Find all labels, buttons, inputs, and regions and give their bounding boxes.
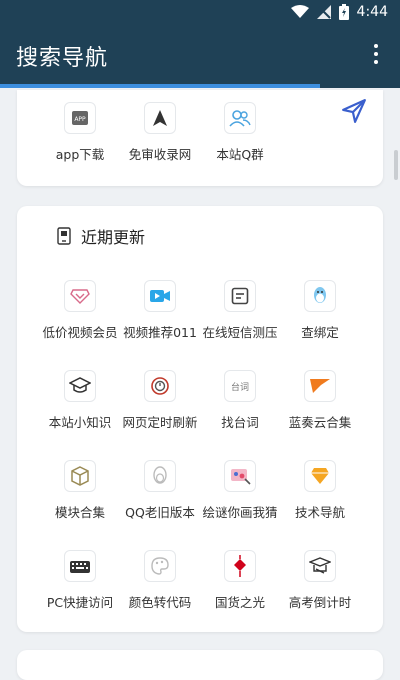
- keyboard-icon: [64, 550, 96, 582]
- recent-updates-card: 近期更新 低价视频会员 视频推荐011 在线短信测压 查绑定 本站小知识 网页定…: [17, 206, 383, 632]
- page-title: 搜索导航: [16, 46, 109, 71]
- wifi-icon: [290, 5, 309, 18]
- exam-icon: [304, 550, 336, 582]
- link-label: 绘谜你画我猜: [202, 505, 278, 520]
- link-check-binding[interactable]: 查绑定: [275, 280, 365, 350]
- link-label: 查绑定: [301, 325, 339, 340]
- link-tech-navigation[interactable]: 技术导航: [275, 460, 365, 530]
- status-bar: 4:44: [0, 0, 400, 26]
- qq-outline-icon: [144, 460, 176, 492]
- link-pc-quick-access[interactable]: PC快捷访问: [35, 550, 125, 620]
- link-label: 本站小知识: [48, 415, 112, 430]
- qq-penguin-icon: [304, 280, 336, 312]
- lines-badge: 台词: [230, 382, 249, 393]
- link-label: 在线短信测压: [202, 325, 278, 340]
- status-time: 4:44: [356, 4, 388, 20]
- link-label: 高考倒计时: [288, 595, 352, 610]
- top-links-card: APP app下载 免审收录网 本站Q群: [17, 90, 383, 186]
- link-domestic-goods[interactable]: 国货之光: [195, 550, 285, 620]
- progress-bar: [0, 84, 400, 88]
- link-label: 视频推荐011: [123, 325, 197, 340]
- link-label: app下载: [55, 147, 105, 162]
- link-label: 网页定时刷新: [122, 415, 198, 430]
- lines-icon: 台词: [224, 370, 256, 402]
- link-cheap-video-vip[interactable]: 低价视频会员: [35, 280, 125, 350]
- refresh-clock-icon: [144, 370, 176, 402]
- link-module-collection[interactable]: 模块合集: [35, 460, 125, 530]
- link-find-lines[interactable]: 台词 找台词: [195, 370, 285, 440]
- gem-icon: [304, 460, 336, 492]
- link-label: 找台词: [221, 415, 259, 430]
- link-color-to-code[interactable]: 颜色转代码: [115, 550, 205, 620]
- link-label: 免审收录网: [128, 147, 192, 162]
- graduation-cap-icon: [64, 370, 96, 402]
- more-options-icon[interactable]: [366, 40, 386, 68]
- link-qq-old-versions[interactable]: QQ老旧版本: [115, 460, 205, 530]
- link-label: QQ老旧版本: [125, 505, 195, 520]
- link-page-auto-refresh[interactable]: 网页定时刷新: [115, 370, 205, 440]
- link-qq-group[interactable]: 本站Q群: [195, 102, 285, 172]
- link-label: 本站Q群: [216, 147, 264, 162]
- palette-icon: [144, 550, 176, 582]
- link-video-recommend[interactable]: 视频推荐011: [115, 280, 205, 350]
- tablet-icon: [57, 227, 71, 245]
- next-section-card: [17, 650, 383, 680]
- section-title: 近期更新: [81, 228, 146, 247]
- svg-text:APP: APP: [74, 116, 86, 123]
- navigation-arrow-icon: [144, 102, 176, 134]
- sms-icon: [224, 280, 256, 312]
- link-label: PC快捷访问: [46, 595, 114, 610]
- section-header: 近期更新: [57, 224, 145, 248]
- link-label: 低价视频会员: [42, 325, 118, 340]
- send-icon[interactable]: [341, 98, 367, 124]
- link-label: 颜色转代码: [128, 595, 192, 610]
- group-icon: [224, 102, 256, 134]
- video-camera-icon: [144, 280, 176, 312]
- progress-fill: [0, 84, 320, 88]
- link-free-review-site[interactable]: 免审收录网: [115, 102, 205, 172]
- app-bar: 搜索导航: [0, 26, 400, 84]
- link-gaokao-countdown[interactable]: 高考倒计时: [275, 550, 365, 620]
- no-signal-icon: [316, 5, 331, 19]
- draw-game-icon: [224, 460, 256, 492]
- link-label: 模块合集: [54, 505, 105, 520]
- diamond-icon: [64, 280, 96, 312]
- scrollbar[interactable]: [394, 150, 398, 180]
- link-sms-test[interactable]: 在线短信测压: [195, 280, 285, 350]
- chinese-knot-icon: [224, 550, 256, 582]
- link-label: 技术导航: [294, 505, 345, 520]
- link-draw-guess[interactable]: 绘谜你画我猜: [195, 460, 285, 530]
- flag-icon: [304, 370, 336, 402]
- link-label: 蓝奏云合集: [288, 415, 352, 430]
- cube-icon: [64, 460, 96, 492]
- link-site-tips[interactable]: 本站小知识: [35, 370, 125, 440]
- app-download-icon: APP: [64, 102, 96, 134]
- link-label: 国货之光: [214, 595, 265, 610]
- link-lanzou-collection[interactable]: 蓝奏云合集: [275, 370, 365, 440]
- battery-charging-icon: [338, 4, 349, 20]
- link-app-download[interactable]: APP app下载: [35, 102, 125, 172]
